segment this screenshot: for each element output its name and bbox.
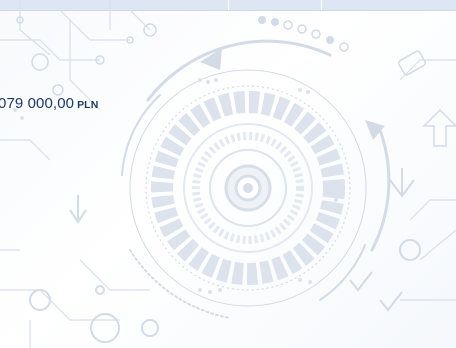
total-amount: 079 000,00 PLN bbox=[0, 95, 98, 112]
circuit-gear-decoration-icon bbox=[0, 0, 456, 348]
document-page: 079 000,00 PLN bbox=[0, 0, 456, 348]
amount-currency: PLN bbox=[77, 99, 99, 111]
amount-value: 079 000,00 bbox=[0, 95, 75, 112]
